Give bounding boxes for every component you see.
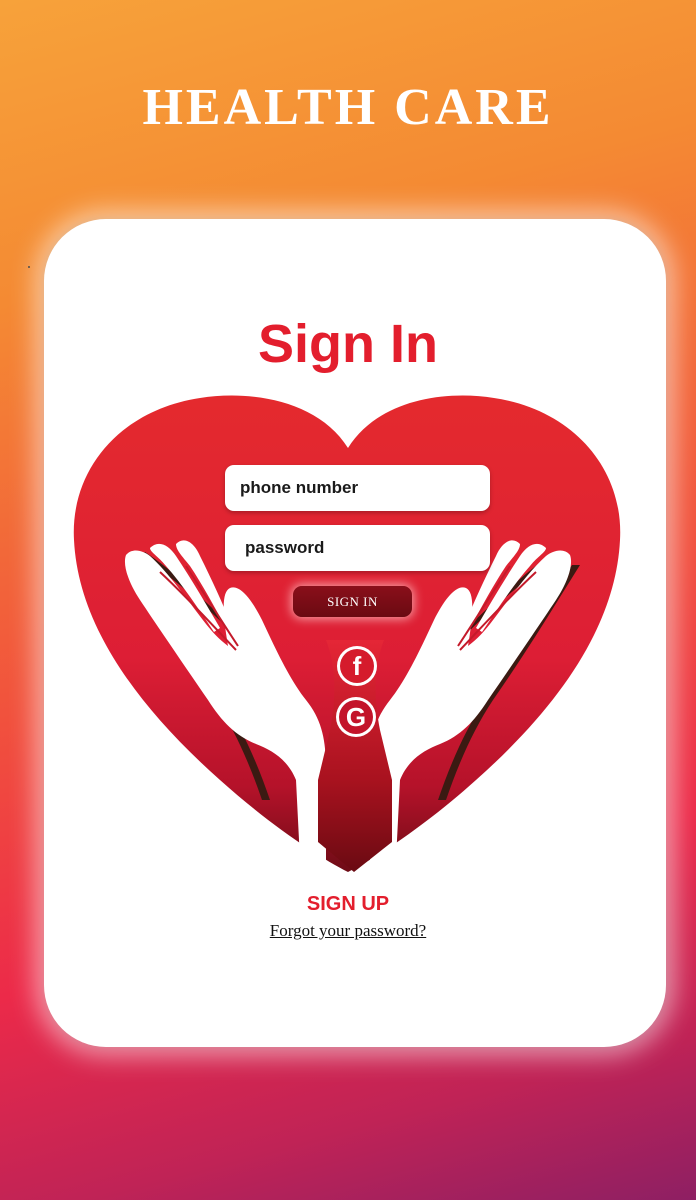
google-icon: G: [336, 697, 376, 737]
google-glyph: G: [346, 702, 366, 732]
password-input[interactable]: password: [225, 525, 490, 571]
signup-link[interactable]: SIGN UP: [0, 893, 696, 916]
facebook-login-button[interactable]: f: [335, 644, 379, 688]
google-login-button[interactable]: G: [334, 695, 378, 739]
forgot-password-link[interactable]: Forgot your password?: [0, 921, 696, 941]
facebook-icon: f: [337, 646, 377, 686]
phone-number-placeholder: phone number: [240, 478, 359, 497]
signin-button[interactable]: SIGN IN: [293, 586, 412, 617]
phone-number-input[interactable]: phone number: [225, 465, 490, 511]
facebook-glyph: f: [353, 651, 362, 681]
password-placeholder: password: [245, 538, 325, 557]
